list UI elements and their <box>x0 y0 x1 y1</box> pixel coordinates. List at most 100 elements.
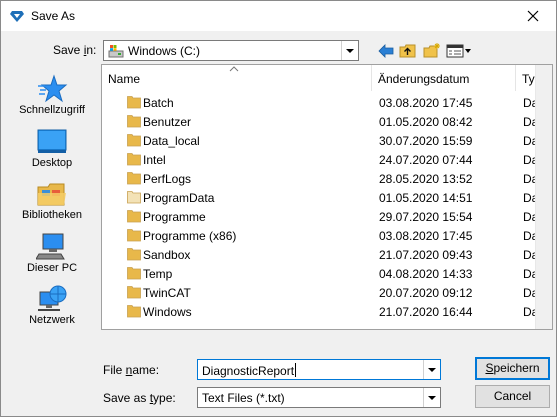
place-quick-access[interactable]: Schnellzugriff <box>12 72 92 122</box>
place-network[interactable]: Netzwerk <box>12 282 92 332</box>
file-row[interactable]: Windows21.07.2020 16:44Datei <box>102 302 552 321</box>
chevron-down-icon <box>428 367 436 372</box>
file-name: Windows <box>143 305 192 319</box>
file-name-dropdown-arrow[interactable] <box>423 360 440 379</box>
up-folder-icon <box>399 44 416 58</box>
desktop-icon <box>37 129 67 153</box>
file-name: Sandbox <box>143 248 191 262</box>
chevron-down-icon <box>346 48 354 53</box>
save-type-label: Save as type: <box>103 391 176 405</box>
back-button[interactable] <box>375 40 397 62</box>
folder-icon <box>127 229 141 242</box>
save-as-dialog: Save As Save in: Windows (C:) Schnellzug… <box>0 0 557 417</box>
place-label: Desktop <box>31 157 73 169</box>
save-in-dropdown[interactable]: Windows (C:) <box>103 40 359 61</box>
text-caret <box>295 363 297 377</box>
file-row[interactable]: TwinCAT20.07.2020 09:12Datei <box>102 283 552 302</box>
file-date: 21.07.2020 16:44 <box>379 305 473 319</box>
folder-icon <box>127 267 141 280</box>
file-name: Intel <box>143 153 166 167</box>
file-date: 04.08.2020 14:33 <box>379 267 473 281</box>
file-date: 30.07.2020 15:59 <box>379 134 473 148</box>
folder-icon <box>127 115 141 128</box>
up-folder-button[interactable] <box>397 40 419 62</box>
place-label: Netzwerk <box>29 314 75 326</box>
file-name: Data_local <box>143 134 200 148</box>
folder-icon <box>127 172 141 185</box>
file-date: 20.07.2020 09:12 <box>379 286 473 300</box>
file-row[interactable]: Batch03.08.2020 17:45Datei <box>102 93 552 112</box>
vertical-scrollbar[interactable] <box>535 65 552 329</box>
view-menu-button[interactable] <box>445 40 473 62</box>
app-icon <box>10 11 24 22</box>
title-bar[interactable]: Save As <box>1 1 556 31</box>
place-libraries[interactable]: Bibliotheken <box>12 177 92 227</box>
places-bar: Schnellzugriff Desktop Bibliotheken Dies… <box>12 64 92 339</box>
file-row[interactable]: Temp04.08.2020 14:33Datei <box>102 264 552 283</box>
file-date: 29.07.2020 15:54 <box>379 210 473 224</box>
chevron-down-icon <box>428 395 436 400</box>
file-row[interactable]: Sandbox21.07.2020 09:43Datei <box>102 245 552 264</box>
folder-icon <box>127 210 141 223</box>
file-name: Temp <box>143 267 173 281</box>
file-name-label: File name: <box>103 363 160 377</box>
column-header-name[interactable]: Name <box>102 65 372 91</box>
folder-icon <box>127 286 141 299</box>
star-icon <box>38 74 68 103</box>
file-row[interactable]: Data_local30.07.2020 15:59Datei <box>102 131 552 150</box>
file-row[interactable]: Programme29.07.2020 15:54Datei <box>102 207 552 226</box>
place-desktop[interactable]: Desktop <box>12 125 92 175</box>
drive-icon <box>108 45 124 58</box>
new-folder-button[interactable] <box>421 40 443 62</box>
file-date: 01.05.2020 14:51 <box>379 191 473 205</box>
place-label: Bibliotheken <box>22 209 82 221</box>
column-header-date[interactable]: Änderungsdatum <box>372 65 516 91</box>
network-icon <box>38 285 67 311</box>
save-type-value: Text Files (*.txt) <box>202 391 285 405</box>
cancel-button[interactable]: Cancel <box>475 385 550 408</box>
new-folder-icon <box>423 43 440 58</box>
folder-icon <box>127 305 141 318</box>
file-name: Batch <box>143 96 174 110</box>
folder-icon <box>127 153 141 166</box>
save-in-label: Save in: <box>53 43 97 57</box>
folder-icon <box>127 96 141 109</box>
file-row[interactable]: Intel24.07.2020 07:44Datei <box>102 150 552 169</box>
file-date: 21.07.2020 09:43 <box>379 248 473 262</box>
file-date: 01.05.2020 08:42 <box>379 115 473 129</box>
file-row[interactable]: Programme (x86)03.08.2020 17:45Datei <box>102 226 552 245</box>
file-name: TwinCAT <box>143 286 191 300</box>
window-title: Save As <box>31 9 76 23</box>
save-type-dropdown-arrow[interactable] <box>423 388 440 407</box>
place-label: Schnellzugriff <box>19 104 85 116</box>
close-icon <box>527 10 539 22</box>
folder-icon <box>127 248 141 261</box>
file-date: 03.08.2020 17:45 <box>379 229 473 243</box>
file-name: Programme (x86) <box>143 229 237 243</box>
computer-icon <box>36 233 65 260</box>
back-arrow-icon <box>378 44 394 58</box>
file-row[interactable]: Benutzer01.05.2020 08:42Datei <box>102 112 552 131</box>
file-date: 24.07.2020 07:44 <box>379 153 473 167</box>
file-row[interactable]: ProgramData01.05.2020 14:51Datei <box>102 188 552 207</box>
file-name: PerfLogs <box>143 172 192 186</box>
folder-icon <box>127 191 141 204</box>
file-name: Benutzer <box>143 115 192 129</box>
save-type-dropdown[interactable]: Text Files (*.txt) <box>197 387 441 408</box>
file-name-field[interactable]: DiagnosticReport <box>197 359 441 380</box>
libraries-icon <box>37 183 66 206</box>
close-button[interactable] <box>510 1 556 31</box>
view-menu-icon <box>446 44 471 58</box>
save-in-value: Windows (C:) <box>128 44 201 58</box>
place-label: Dieser PC <box>26 262 78 274</box>
file-name: ProgramData <box>143 191 215 205</box>
file-name-value: DiagnosticReport <box>202 364 295 378</box>
dropdown-arrow[interactable] <box>341 41 358 60</box>
save-button[interactable]: Speichern <box>475 357 550 380</box>
place-this-pc[interactable]: Dieser PC <box>12 230 92 280</box>
file-row[interactable]: PerfLogs28.05.2020 13:52Datei <box>102 169 552 188</box>
file-date: 03.08.2020 17:45 <box>379 96 473 110</box>
file-list[interactable]: Name Änderungsdatum Typ Batch 03.08.2020 … <box>101 64 553 330</box>
folder-icon <box>127 134 141 147</box>
file-name: Programme <box>143 210 206 224</box>
